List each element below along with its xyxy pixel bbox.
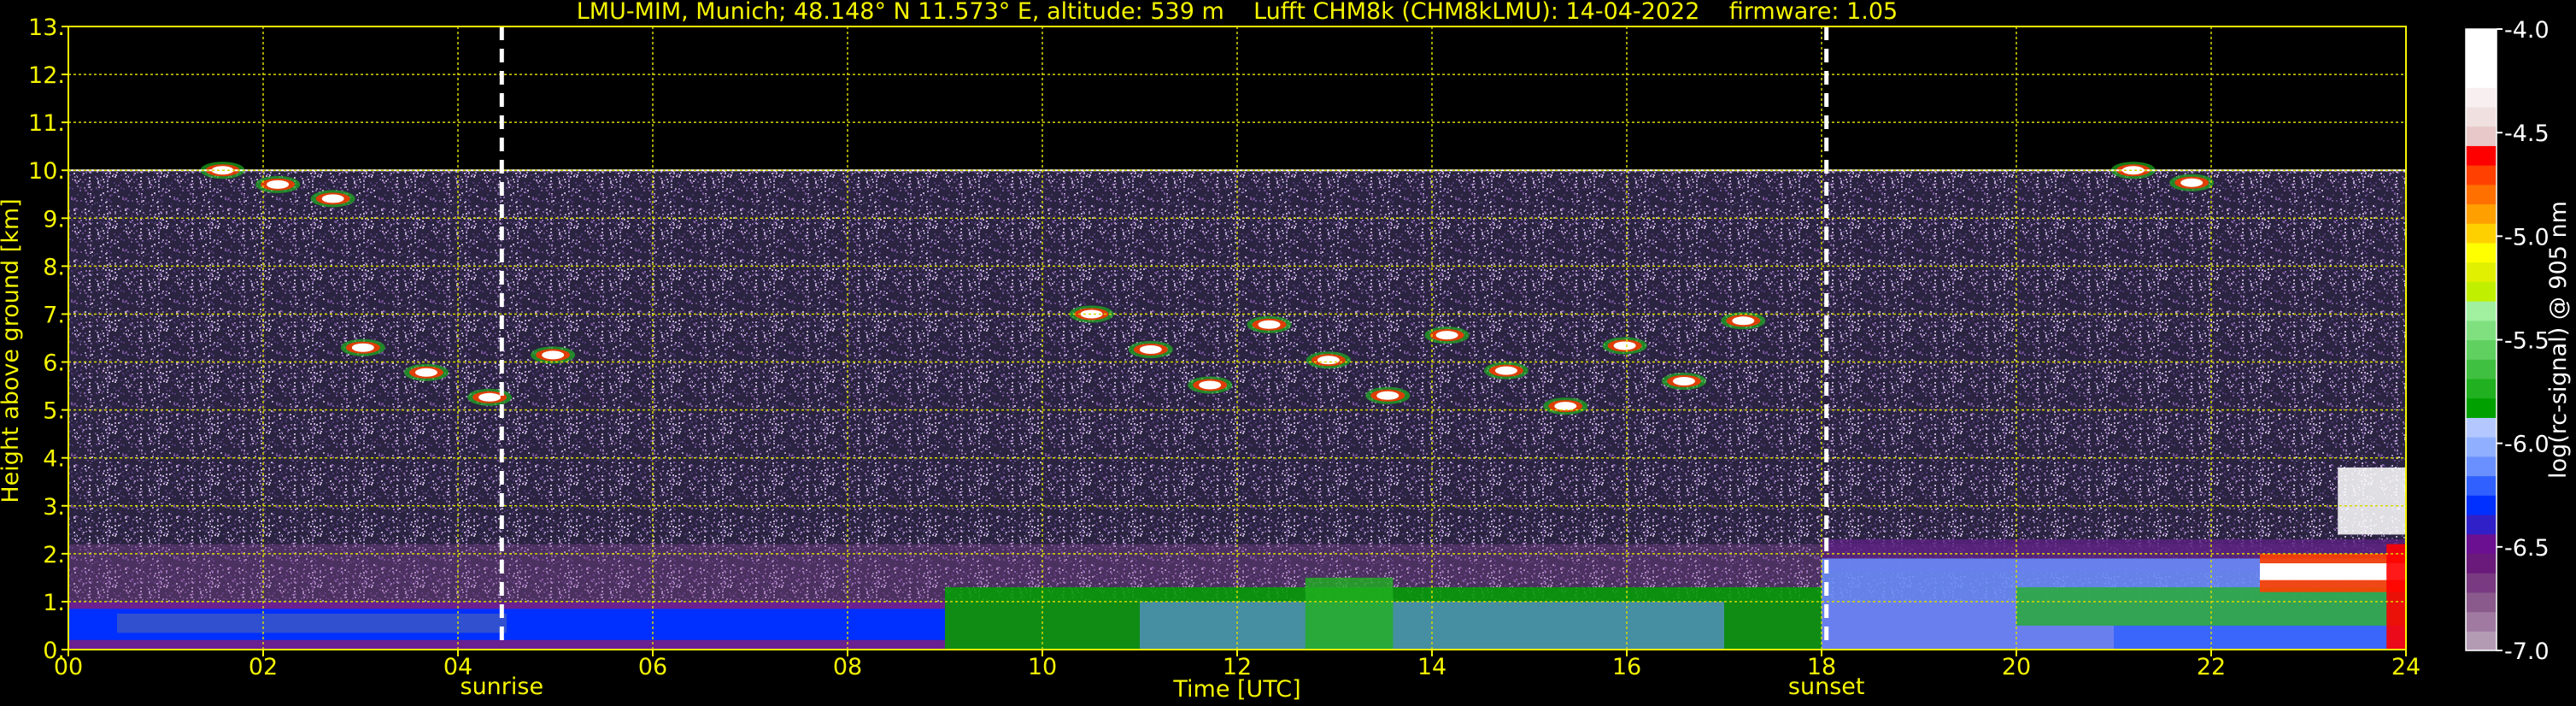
colorbar-segment — [2466, 262, 2497, 282]
y-tick-label: 4. — [43, 446, 65, 473]
colorbar-segment — [2466, 242, 2497, 263]
ceilometer-chart: LMU-MIM, Munich; 48.148° N 11.573° E, al… — [0, 0, 2576, 706]
colorbar-tick-label: -5.5 — [2504, 328, 2550, 355]
y-tick-label: 13. — [28, 15, 65, 41]
colorbar-segment — [2466, 359, 2497, 379]
colorbar-segment — [2466, 591, 2497, 613]
x-tick-label: 20 — [2002, 654, 2031, 680]
colorbar-segment — [2466, 145, 2497, 166]
colorbar-segment — [2466, 533, 2497, 555]
colorbar-segment — [2466, 417, 2497, 438]
colorbar-segment — [2466, 378, 2497, 399]
x-axis-label: Time [UTC] — [1172, 676, 1300, 703]
colorbar-segment — [2466, 397, 2497, 418]
colorbar-segment — [2466, 126, 2497, 146]
y-axis-label: Height above ground [km] — [0, 198, 24, 503]
colorbar-segment — [2466, 106, 2497, 127]
x-tick-label: 10 — [1028, 654, 1057, 680]
colorbar-tick-label: -4.5 — [2504, 121, 2550, 147]
colorbar-segment — [2466, 495, 2497, 515]
colorbar-tick-label: -7.0 — [2504, 638, 2550, 665]
colorbar-tick-label: -5.0 — [2504, 224, 2550, 250]
colorbar-segment — [2466, 223, 2497, 244]
y-tick-label: 7. — [43, 302, 65, 328]
y-tick-label: 12. — [28, 62, 65, 89]
y-tick-label: 11. — [28, 110, 65, 137]
y-tick-label: 6. — [43, 350, 65, 377]
y-tick-label: 10. — [28, 158, 65, 185]
x-tick-label: 06 — [638, 654, 667, 680]
colorbar-segment — [2466, 165, 2497, 185]
colorbar-segment — [2466, 48, 2497, 69]
x-tick-label: 18 — [1807, 654, 1836, 680]
colorbar-tick-label: -6.5 — [2504, 535, 2550, 562]
colorbar-segment — [2466, 339, 2497, 360]
y-tick-label: 2. — [43, 542, 65, 568]
colorbar-segment — [2466, 320, 2497, 341]
colorbar-segment — [2466, 29, 2497, 50]
colorbar-segment — [2466, 456, 2497, 477]
colorbar-tick-label: -4.0 — [2504, 17, 2550, 44]
colorbar-segment — [2466, 514, 2497, 535]
colorbar-segment — [2466, 301, 2497, 321]
colorbar-segment — [2466, 631, 2497, 651]
x-tick-label: 16 — [1612, 654, 1641, 680]
y-tick-label: 1. — [43, 590, 65, 616]
y-tick-label: 9. — [43, 206, 65, 232]
y-tick-label: 0. — [43, 638, 65, 664]
colorbar-segment — [2466, 475, 2497, 496]
colorbar-tick-label: -6.0 — [2504, 432, 2550, 458]
y-tick-label: 5. — [43, 398, 65, 425]
colorbar-segment — [2466, 573, 2497, 593]
x-tick-label: 22 — [2197, 654, 2226, 680]
colorbar-label: log(rc-signal) @ 905 nm — [2545, 201, 2572, 479]
colorbar-segment — [2466, 553, 2497, 574]
x-tick-label: 14 — [1417, 654, 1446, 680]
colorbar-segment — [2466, 281, 2497, 302]
colorbar-segment — [2466, 611, 2497, 632]
colorbar-segment — [2466, 203, 2497, 224]
chart-title: LMU-MIM, Munich; 48.148° N 11.573° E, al… — [577, 0, 1898, 25]
x-tick-label: 04 — [443, 654, 472, 680]
y-tick-label: 8. — [43, 254, 65, 280]
x-tick-label: 24 — [2391, 654, 2421, 680]
colorbar-segment — [2466, 87, 2497, 108]
colorbar-segment — [2466, 437, 2497, 457]
colorbar-segment — [2466, 184, 2497, 205]
x-tick-label: 08 — [833, 654, 862, 680]
colorbar-segment — [2466, 68, 2497, 88]
x-tick-label: 02 — [249, 654, 278, 680]
y-tick-label: 3. — [43, 494, 65, 521]
